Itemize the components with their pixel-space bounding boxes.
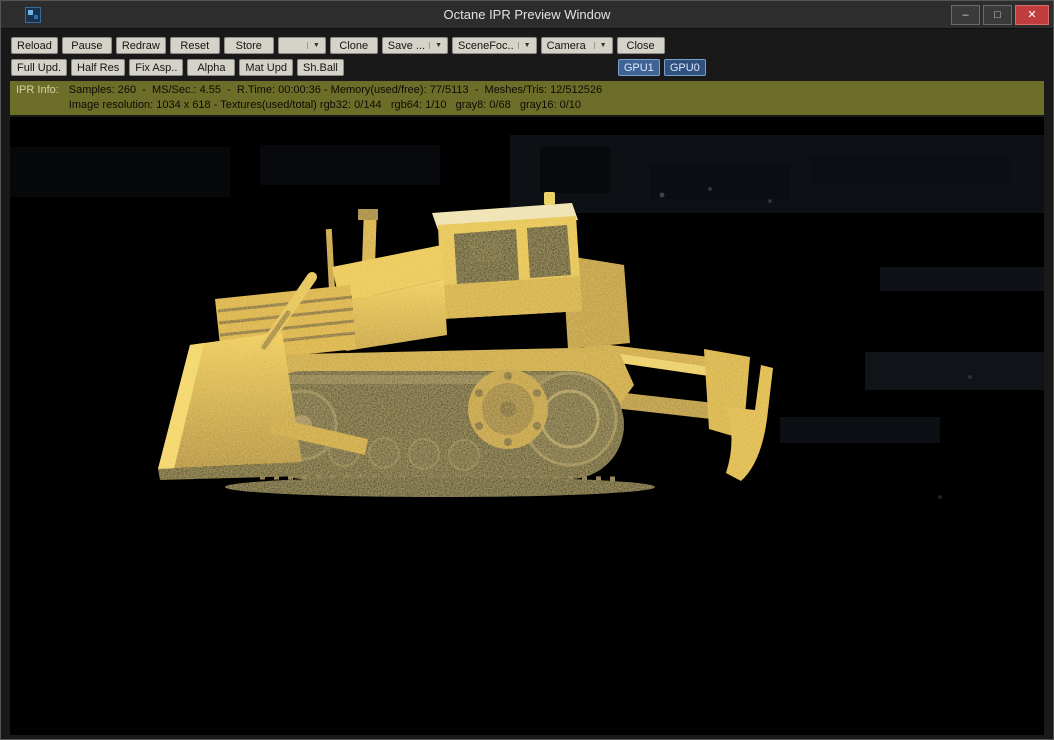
ipr-info-lines: Samples: 260 - MS/Sec.: 4.55 - R.Time: 0… xyxy=(69,83,602,113)
titlebar[interactable]: Octane IPR Preview Window – □ ✕ xyxy=(1,1,1053,29)
window-title: Octane IPR Preview Window xyxy=(443,7,611,22)
window-controls: – □ ✕ xyxy=(951,4,1049,25)
app-icon[interactable] xyxy=(25,6,41,23)
clone-button[interactable]: Clone xyxy=(329,37,378,54)
store-preset-dropdown[interactable]: ▼ xyxy=(277,37,326,54)
ipr-resolution-line: Image resolution: 1034 x 618 - Textures(… xyxy=(68,99,582,111)
dropdown-arrow-icon: ▼ xyxy=(517,42,531,49)
app-icon-glyph xyxy=(27,8,39,21)
octane-ipr-window: Octane IPR Preview Window – □ ✕ Reload P… xyxy=(0,0,1054,740)
store-button[interactable]: Store xyxy=(223,37,274,54)
half-res-button[interactable]: Half Res xyxy=(71,59,126,76)
render-image xyxy=(10,117,1044,735)
toolbar-row-1: Reload Pause Redraw Reset Store ▼ Clone … xyxy=(11,37,1043,54)
maximize-button[interactable]: □ xyxy=(983,4,1012,25)
close-window-button[interactable]: ✕ xyxy=(1015,4,1049,25)
full-update-button[interactable]: Full Upd. xyxy=(11,59,68,76)
close-button[interactable]: Close xyxy=(616,37,665,54)
ipr-stats-line: Samples: 260 - MS/Sec.: 4.55 - R.Time: 0… xyxy=(68,84,603,96)
ipr-info-bar: IPR Info: Samples: 260 - MS/Sec.: 4.55 -… xyxy=(10,81,1044,115)
dropdown-arrow-icon: ▼ xyxy=(306,42,320,49)
reload-button[interactable]: Reload xyxy=(11,37,58,54)
toolbar-row-2: Full Upd. Half Res Fix Asp.. Alpha Mat U… xyxy=(11,59,1043,76)
toolbar: Reload Pause Redraw Reset Store ▼ Clone … xyxy=(1,29,1053,81)
shader-ball-button[interactable]: Sh.Ball xyxy=(296,59,344,76)
redraw-button[interactable]: Redraw xyxy=(115,37,166,54)
pause-button[interactable]: Pause xyxy=(61,37,112,54)
reset-button[interactable]: Reset xyxy=(169,37,220,54)
material-update-button[interactable]: Mat Upd xyxy=(239,59,293,76)
minimize-button[interactable]: – xyxy=(951,4,980,25)
ipr-info-label: IPR Info: xyxy=(16,84,59,96)
gpu1-toggle-button[interactable]: GPU1 xyxy=(617,59,660,76)
render-viewport[interactable] xyxy=(10,117,1044,735)
dropdown-arrow-icon: ▼ xyxy=(429,42,442,49)
alpha-button[interactable]: Alpha xyxy=(187,59,236,76)
camera-dropdown[interactable]: Camera ▼ xyxy=(540,37,613,54)
scene-focus-dropdown[interactable]: SceneFoc.. ▼ xyxy=(452,37,537,54)
save-dropdown[interactable]: Save ... ▼ xyxy=(381,37,448,54)
dropdown-arrow-icon: ▼ xyxy=(593,42,607,49)
fix-aspect-button[interactable]: Fix Asp.. xyxy=(129,59,184,76)
gpu0-toggle-button[interactable]: GPU0 xyxy=(663,59,706,76)
